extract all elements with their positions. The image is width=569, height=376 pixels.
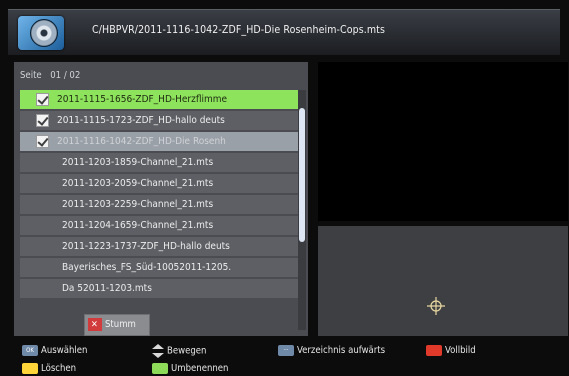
file-path: C/HBPVR/2011-1116-1042-ZDF_HD-Die Rosenh… [92,24,385,36]
disc-icon [18,16,64,50]
mute-label: Stumm [105,319,136,330]
file-row[interactable]: 2011-1203-1859-Channel_21.mts [20,153,298,172]
legend-directory-up[interactable]: ··· Verzeichnis aufwärts [278,344,385,358]
directory-up-label: Verzeichnis aufwärts [297,345,386,356]
page-label: Seite [20,70,42,81]
file-name: Da 52011-1203.mts [62,283,152,294]
red-key-icon [426,345,442,356]
legend-rename[interactable]: Umbenennen [152,362,228,376]
file-row[interactable]: 2011-1115-1656-ZDF_HD-Herzflimme [20,90,298,109]
scrollbar-thumb[interactable] [299,108,305,242]
info-panel [318,226,568,336]
file-name: 2011-1204-1659-Channel_21.mts [62,220,214,231]
green-key-icon [152,363,168,374]
key-legend: OK Auswählen Bewegen ··· Verzeichnis aufwä… [0,340,569,376]
file-name: 2011-1116-1042-ZDF_HD-Die Rosenh [57,136,226,147]
select-label: Auswählen [41,345,88,356]
file-name: 2011-1115-1723-ZDF_HD-hallo deuts [57,115,225,126]
file-row[interactable]: 2011-1204-1659-Channel_21.mts [20,216,298,235]
crosshair-icon [427,297,445,315]
mute-indicator: Stumm [84,314,150,336]
file-list-panel: Seite 01 / 02 2011-1115-1656-ZDF_HD-Herz… [14,62,308,336]
mute-icon [88,315,102,335]
file-row[interactable]: 2011-1203-2059-Channel_21.mts [20,174,298,193]
ok-key-icon: OK [22,345,38,356]
page-number: 01 / 02 [50,70,81,81]
file-row[interactable]: 2011-1223-1737-ZDF_HD-hallo deuts [20,237,298,256]
file-row[interactable]: 2011-1115-1723-ZDF_HD-hallo deuts [20,111,298,130]
move-label: Bewegen [167,345,207,357]
file-name: 2011-1203-2059-Channel_21.mts [62,178,214,189]
up-down-arrow-icon [152,344,164,358]
file-name: 2011-1223-1737-ZDF_HD-hallo deuts [62,241,230,252]
checkbox-checked-icon[interactable] [36,93,49,106]
title-bar: C/HBPVR/2011-1116-1042-ZDF_HD-Die Rosenh… [8,9,560,55]
fullscreen-label: Vollbild [445,345,476,356]
legend-delete[interactable]: Löschen [22,362,76,376]
yellow-key-icon [22,363,38,374]
file-row[interactable]: Bayerisches_FS_Süd-10052011-1205. [20,258,298,277]
page-indicator: Seite 01 / 02 [20,70,80,81]
file-row[interactable]: Da 52011-1203.mts [20,279,298,298]
file-name: 2011-1203-1859-Channel_21.mts [62,157,214,168]
scrollbar[interactable] [298,90,306,330]
checkbox-checked-icon[interactable] [36,114,49,127]
file-key-icon: ··· [278,345,294,356]
legend-move[interactable]: Bewegen [152,344,206,358]
file-name: Bayerisches_FS_Süd-10052011-1205. [62,262,232,273]
rename-label: Umbenennen [171,363,229,374]
checkbox-checked-icon[interactable] [36,135,49,148]
file-name: 2011-1115-1656-ZDF_HD-Herzflimme [57,94,228,105]
file-name: 2011-1203-2259-Channel_21.mts [62,199,214,210]
file-row[interactable]: 2011-1116-1042-ZDF_HD-Die Rosenh [20,132,298,151]
file-row[interactable]: 2011-1203-2259-Channel_21.mts [20,195,298,214]
legend-fullscreen[interactable]: Vollbild [426,344,476,358]
video-preview [318,62,568,221]
delete-label: Löschen [41,363,77,374]
legend-select[interactable]: OK Auswählen [22,344,87,358]
